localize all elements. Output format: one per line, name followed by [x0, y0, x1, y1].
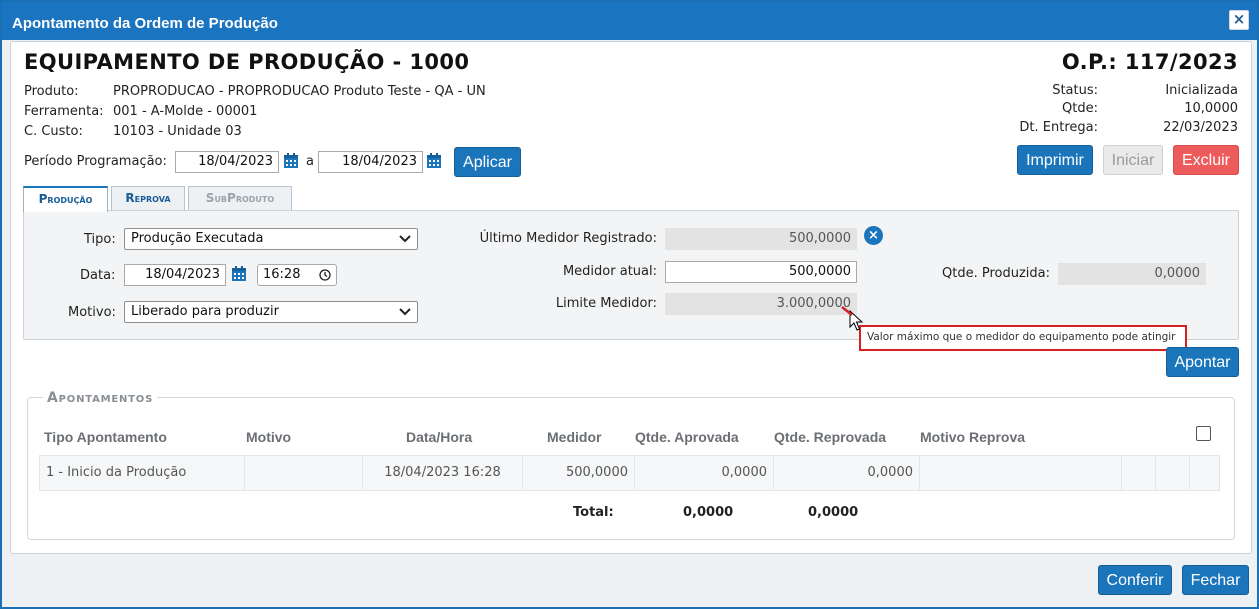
limite-medidor-input: 3.000,0000 — [665, 293, 857, 315]
medidor-atual-input[interactable]: 500,0000 — [665, 261, 857, 283]
hora-input[interactable]: 16:28 — [257, 264, 337, 286]
tab-reprova[interactable]: Reprova — [111, 186, 185, 211]
cell-medidor: 500,0000 — [523, 456, 635, 490]
close-icon[interactable]: × — [1229, 10, 1249, 30]
imprimir-button[interactable]: Imprimir — [1017, 145, 1093, 175]
apontamentos-legend: Apontamentos — [43, 390, 158, 406]
data-label: Data: — [80, 268, 116, 283]
tipo-label: Tipo: — [84, 232, 116, 247]
col-qtde-aprovada[interactable]: Qtde. Aprovada — [635, 429, 739, 445]
producao-tab-panel: Tipo: Produção Executada Data: 18/04/202… — [23, 210, 1239, 340]
col-tipo-apontamento[interactable]: Tipo Apontamento — [44, 429, 167, 445]
cell-action-2 — [1156, 456, 1190, 490]
excluir-button[interactable]: Excluir — [1173, 145, 1239, 175]
col-motivo[interactable]: Motivo — [246, 429, 291, 445]
clear-icon[interactable]: × — [864, 226, 883, 245]
aplicar-button[interactable]: Aplicar — [454, 147, 521, 177]
apontar-button[interactable]: Apontar — [1166, 347, 1239, 377]
tipo-select-value: Produção Executada — [131, 231, 264, 246]
equipment-title: EQUIPAMENTO DE PRODUÇÃO - 1000 — [24, 50, 470, 74]
apontamento-dialog: Apontamento da Ordem de Produção × EQUIP… — [0, 0, 1259, 609]
apontamentos-legend-text: Apontamentos — [47, 390, 154, 406]
tab-producao[interactable]: Produção — [23, 186, 108, 212]
dialog-titlebar: Apontamento da Ordem de Produção × — [2, 2, 1257, 40]
cell-datahora: 18/04/2023 16:28 — [363, 456, 523, 490]
total-aprovada: 0,0000 — [683, 505, 734, 520]
medidor-atual-label: Medidor atual: — [562, 264, 657, 279]
custo-label: C. Custo: — [24, 124, 83, 139]
custo-value: 10103 - Unidade 03 — [113, 124, 242, 139]
clock-icon[interactable] — [319, 269, 331, 281]
total-reprovada: 0,0000 — [808, 505, 859, 520]
cell-motivo-reprova — [920, 456, 1122, 490]
motivo-select-value: Liberado para produzir — [131, 304, 279, 319]
ferramenta-value: 001 - A-Molde - 00001 — [113, 104, 258, 119]
hora-value: 16:28 — [263, 267, 301, 282]
status-value: Inicializada — [1165, 83, 1238, 98]
main-panel: EQUIPAMENTO DE PRODUÇÃO - 1000 O.P.: 117… — [10, 41, 1252, 554]
iniciar-button[interactable]: Iniciar — [1103, 145, 1163, 175]
tooltip-arrow-icon — [841, 306, 853, 316]
calendar-icon[interactable] — [426, 153, 442, 169]
cell-aprovada: 0,0000 — [635, 456, 774, 490]
qtde-label: Qtde: — [1062, 101, 1098, 116]
ultimo-medidor-input: 500,0000 — [665, 228, 857, 250]
limite-medidor-tooltip: Valor máximo que o medidor do equipament… — [859, 325, 1187, 351]
fechar-button[interactable]: Fechar — [1182, 565, 1249, 595]
col-qtde-reprovada[interactable]: Qtde. Reprovada — [774, 429, 886, 445]
produto-label: Produto: — [24, 84, 79, 99]
col-data-hora[interactable]: Data/Hora — [406, 429, 472, 445]
qtde-produzida-label: Qtde. Produzida: — [942, 266, 1050, 281]
col-medidor[interactable]: Medidor — [547, 429, 601, 445]
cell-motivo — [245, 456, 363, 490]
table-row[interactable]: 1 - Inicio da Produção 18/04/2023 16:28 … — [39, 455, 1220, 491]
qtde-produzida-input: 0,0000 — [1058, 263, 1206, 285]
periodo-to-input[interactable]: 18/04/2023 — [318, 151, 423, 173]
data-input[interactable]: 18/04/2023 — [124, 264, 226, 286]
dialog-title: Apontamento da Ordem de Produção — [12, 15, 278, 32]
motivo-select[interactable]: Liberado para produzir — [124, 301, 418, 323]
cell-reprovada: 0,0000 — [774, 456, 920, 490]
tipo-select[interactable]: Produção Executada — [124, 228, 418, 250]
op-title: O.P.: 117/2023 — [1061, 50, 1238, 74]
ultimo-medidor-label: Último Medidor Registrado: — [479, 231, 657, 246]
tab-subproduto[interactable]: SubProduto — [188, 186, 292, 211]
ferramenta-label: Ferramenta: — [24, 104, 104, 119]
motivo-label: Motivo: — [68, 305, 116, 320]
chevron-down-icon — [399, 235, 411, 243]
chevron-down-icon — [399, 308, 411, 316]
limite-medidor-label: Limite Medidor: — [555, 296, 657, 311]
cell-tipo: 1 - Inicio da Produção — [40, 456, 245, 490]
calendar-icon[interactable] — [283, 153, 299, 169]
col-motivo-reprova[interactable]: Motivo Reprova — [920, 429, 1025, 445]
status-label: Status: — [1052, 83, 1098, 98]
calendar-icon[interactable] — [231, 266, 247, 282]
periodo-from-input[interactable]: 18/04/2023 — [175, 151, 279, 173]
conferir-button[interactable]: Conferir — [1098, 565, 1172, 595]
entrega-label: Dt. Entrega: — [1019, 120, 1098, 135]
periodo-label: Período Programação: — [24, 154, 167, 169]
entrega-value: 22/03/2023 — [1163, 120, 1238, 135]
total-label: Total: — [573, 505, 614, 520]
produto-value: PROPRODUCAO - PROPRODUCAO Produto Teste … — [113, 84, 486, 99]
periodo-separator: a — [306, 154, 314, 169]
cell-action-1 — [1122, 456, 1156, 490]
qtde-value: 10,0000 — [1184, 101, 1238, 116]
select-all-checkbox[interactable] — [1196, 426, 1211, 441]
